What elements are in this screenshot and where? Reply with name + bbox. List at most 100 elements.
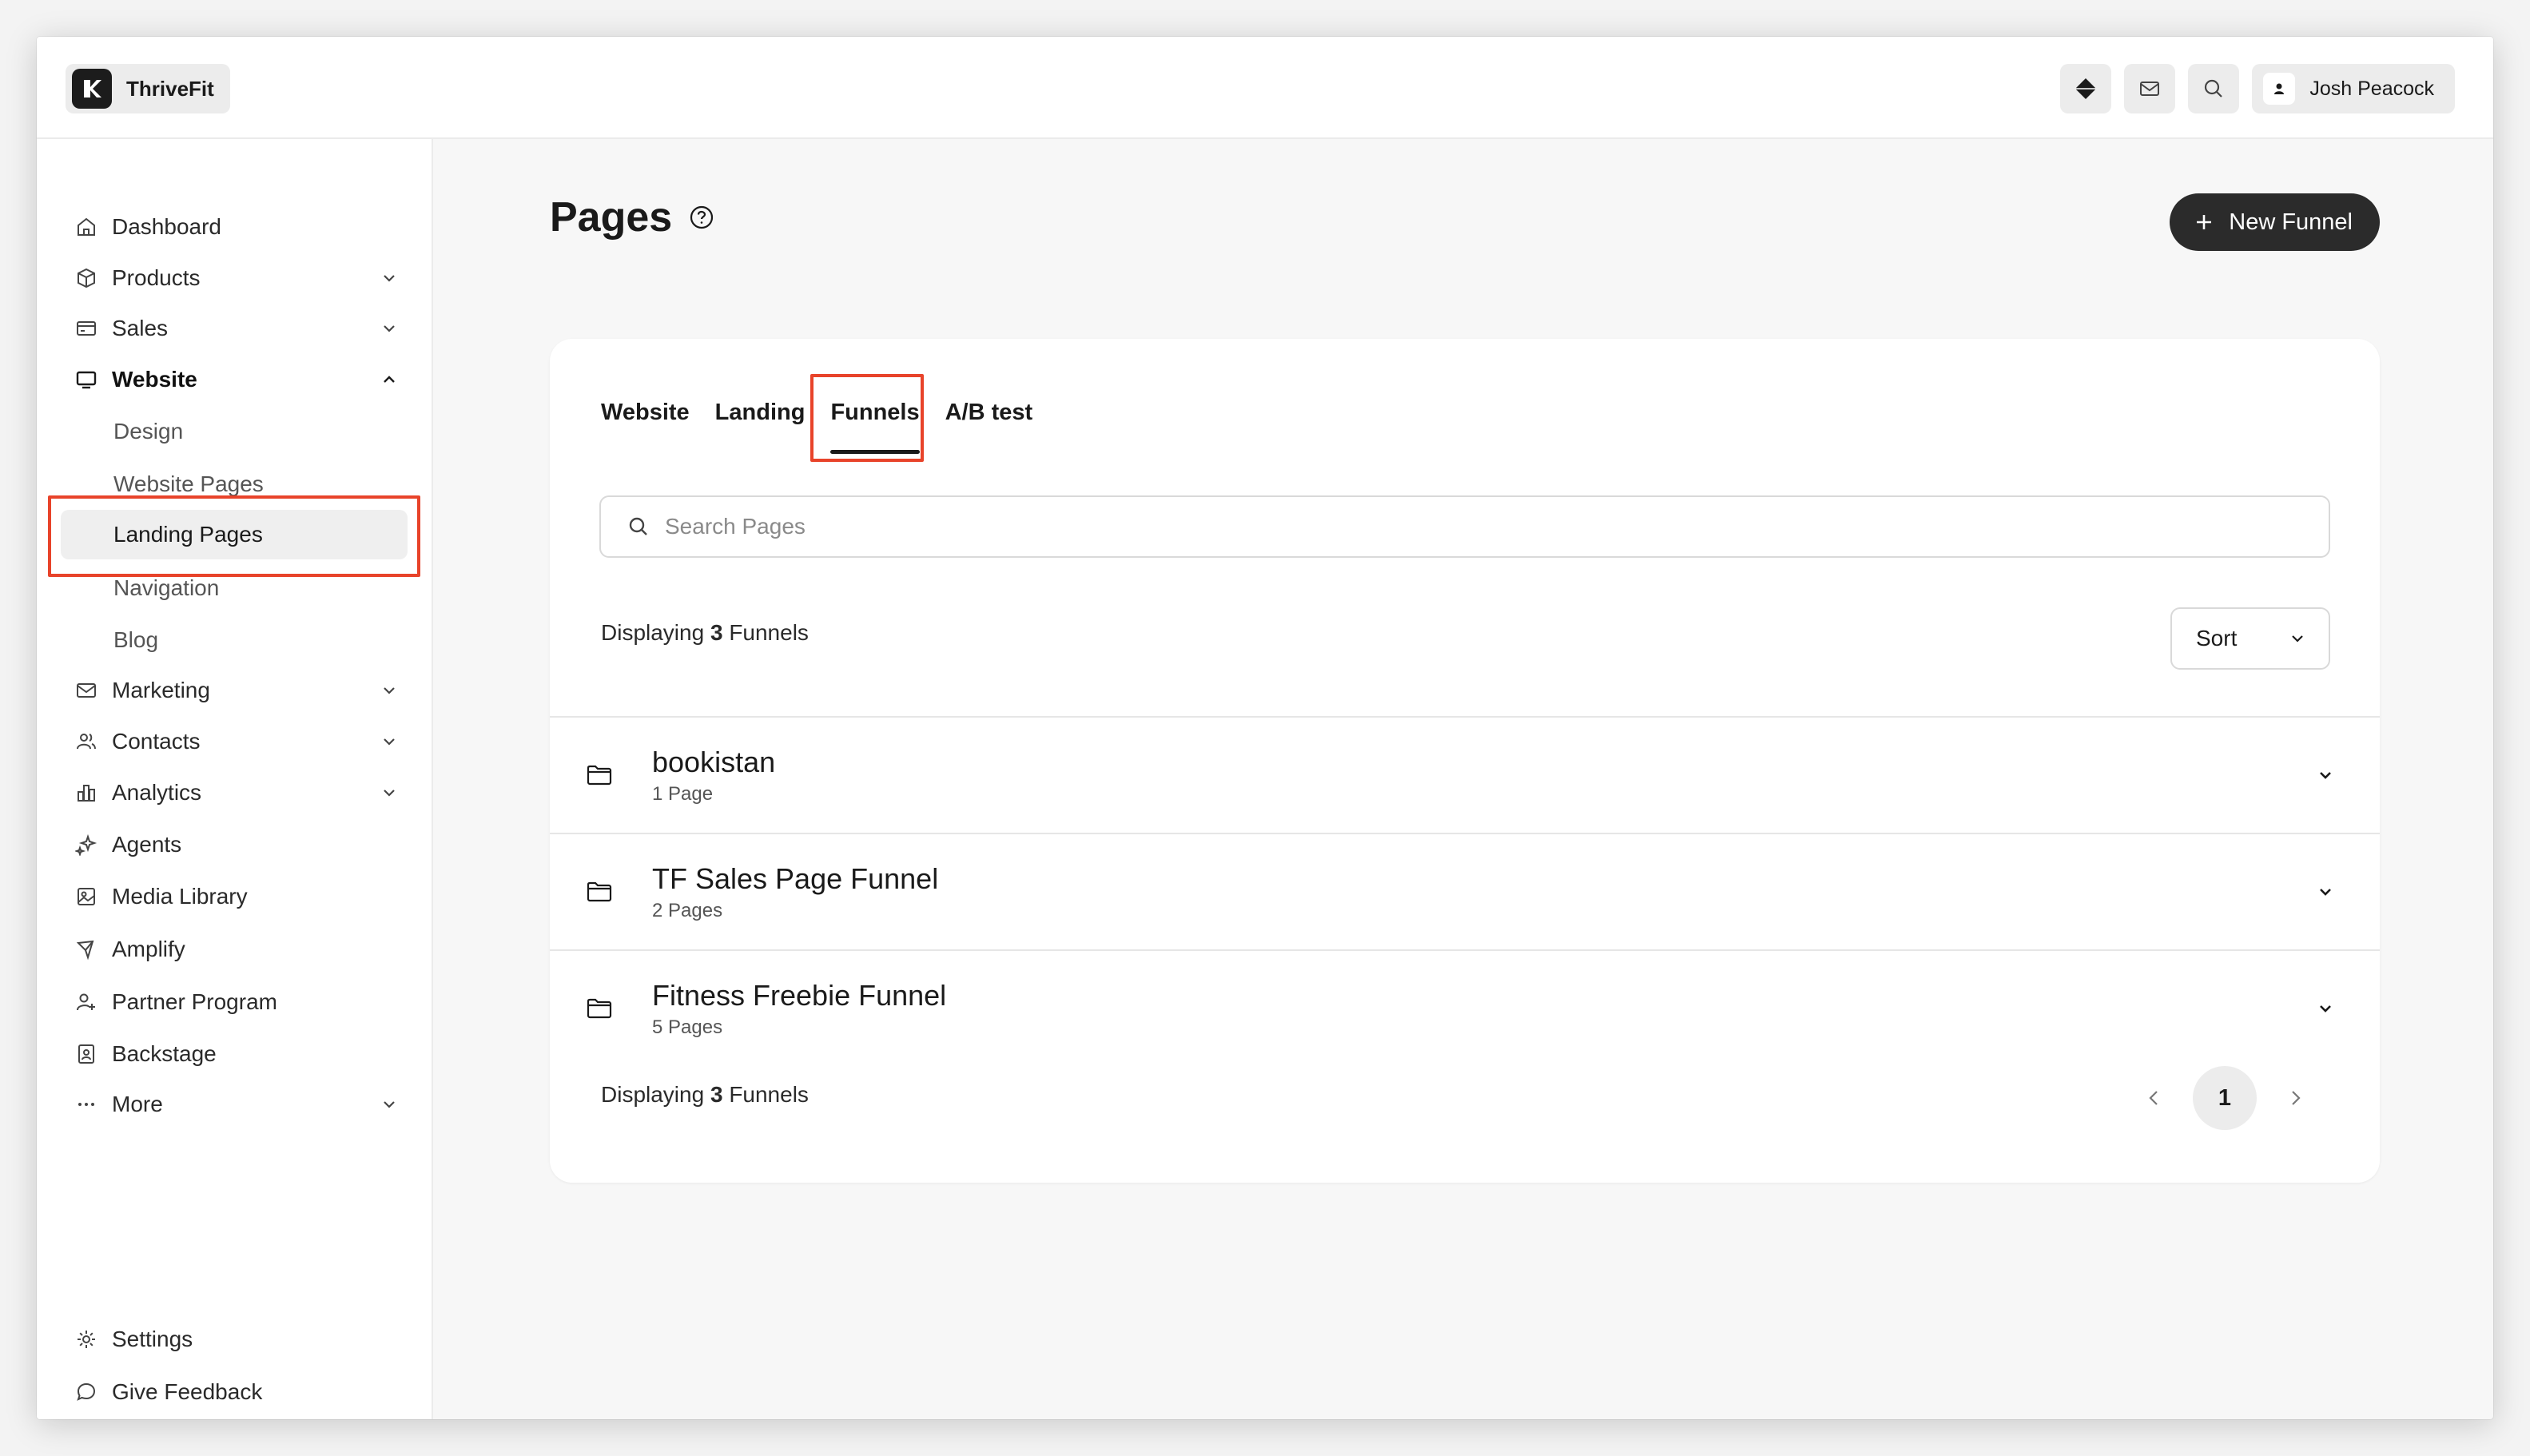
sidebar-item-give-feedback[interactable]: Give Feedback: [74, 1370, 401, 1414]
search-button[interactable]: [2188, 64, 2240, 113]
displaying-count: 3: [710, 620, 723, 645]
tab-funnels[interactable]: Funnels: [817, 390, 932, 454]
sidebar-item-marketing[interactable]: Marketing: [74, 668, 401, 713]
image-icon: [78, 888, 95, 905]
sidebar-item-products[interactable]: Products: [74, 256, 401, 300]
funnel-name: Fitness Freebie Funnel: [652, 979, 947, 1012]
sparkle-icon: [75, 833, 97, 856]
sidebar-subitem-blog[interactable]: Blog: [113, 618, 158, 662]
chevron-down-icon[interactable]: [2315, 765, 2336, 786]
sidebar-item-label: Partner Program: [112, 989, 277, 1014]
brand-name: ThriveFit: [126, 76, 214, 101]
sidebar-item-label: Settings: [112, 1327, 193, 1351]
chevron-right-icon: [2292, 1091, 2301, 1105]
funnel-page-count: 5 Pages: [652, 1016, 723, 1038]
chevron-down-icon: [384, 790, 395, 797]
new-funnel-label: New Funnel: [2229, 209, 2353, 235]
chevron-down-icon[interactable]: [2315, 881, 2336, 902]
sidebar-subitem-navigation[interactable]: Navigation: [113, 566, 219, 611]
sidebar-item-website[interactable]: Website: [74, 357, 401, 402]
prev-page-button[interactable]: [2138, 1082, 2170, 1114]
sidebar-item-label: More: [112, 1092, 163, 1116]
sidebar-item-media-library[interactable]: Media Library: [74, 874, 401, 919]
funnel-row[interactable]: Fitness Freebie Funnel 5 Pages: [550, 949, 2380, 1066]
diamond-icon: [2075, 78, 2097, 99]
search-icon: [629, 517, 647, 535]
sort-dropdown[interactable]: Sort: [2170, 607, 2330, 670]
funnel-row[interactable]: bookistan 1 Page: [550, 716, 2380, 833]
sidebar-subitem-design[interactable]: Design: [113, 409, 183, 454]
user-plus-icon: [77, 993, 95, 1011]
chevron-down-icon: [384, 275, 395, 282]
next-page-button[interactable]: [2279, 1082, 2311, 1114]
sidebar-item-partner-program[interactable]: Partner Program: [74, 980, 401, 1024]
sidebar-item-label: Media Library: [112, 884, 248, 909]
monitor-icon: [76, 371, 97, 389]
funnel-row[interactable]: TF Sales Page Funnel 2 Pages: [550, 833, 2380, 949]
chevron-down-icon[interactable]: [2315, 998, 2336, 1019]
main-content: Pages New Funnel Website Landing Funnels…: [435, 139, 2493, 1419]
sidebar-item-label: Agents: [112, 832, 182, 857]
sidebar-item-sales[interactable]: Sales: [74, 306, 401, 351]
sidebar-subitem-website-pages[interactable]: Website Pages: [113, 462, 264, 507]
folder-icon: [587, 881, 612, 902]
search-box: [599, 495, 2330, 558]
sidebar-item-analytics[interactable]: Analytics: [74, 770, 401, 815]
top-actions: Josh Peacock: [2060, 64, 2455, 113]
sort-label: Sort: [2196, 626, 2238, 650]
box-icon: [78, 268, 95, 288]
chevron-up-icon: [384, 376, 395, 383]
chevron-left-icon: [2149, 1091, 2158, 1105]
sidebar-item-label: Backstage: [112, 1041, 217, 1066]
page-tabs: Website Landing Funnels A/B test: [601, 390, 1046, 454]
chevron-down-icon: [384, 1101, 395, 1108]
displaying-prefix: Displaying: [601, 620, 705, 645]
sidebar-item-label: Marketing: [112, 678, 210, 702]
search-input[interactable]: [665, 514, 2329, 539]
bar-chart-icon: [78, 785, 95, 802]
search-icon: [2205, 79, 2223, 97]
sidebar-subitem-landing-pages[interactable]: Landing Pages: [61, 510, 408, 559]
funnel-name: TF Sales Page Funnel: [652, 862, 939, 896]
new-funnel-button[interactable]: New Funnel: [2170, 193, 2380, 251]
page-title: Pages: [550, 193, 715, 241]
sidebar-item-label: Give Feedback: [112, 1379, 263, 1404]
sidebar-item-more[interactable]: More: [74, 1082, 401, 1127]
funnel-page-count: 2 Pages: [652, 899, 723, 921]
sidebar-item-dashboard[interactable]: Dashboard: [74, 205, 401, 249]
sidebar-item-label: Sales: [112, 316, 169, 340]
chevron-down-icon: [2292, 635, 2303, 642]
diamond-button[interactable]: [2060, 64, 2112, 113]
sidebar-item-agents[interactable]: Agents: [74, 822, 401, 867]
sidebar-item-settings[interactable]: Settings: [74, 1317, 401, 1362]
avatar: [2263, 73, 2296, 105]
pages-card: Website Landing Funnels A/B test Display…: [550, 339, 2380, 1183]
sidebar-item-label: Contacts: [112, 729, 201, 754]
top-bar: ThriveFit Josh Peacock: [37, 37, 2493, 139]
sidebar-item-amplify[interactable]: Amplify: [74, 927, 401, 972]
tab-ab-test[interactable]: A/B test: [933, 390, 1046, 435]
folder-icon: [587, 998, 612, 1019]
help-icon[interactable]: [688, 204, 715, 231]
displaying-count: 3: [710, 1082, 723, 1107]
tab-landing[interactable]: Landing: [702, 390, 818, 435]
chevron-down-icon: [384, 738, 395, 746]
brand-switcher[interactable]: ThriveFit: [66, 64, 230, 113]
users-icon: [77, 734, 96, 750]
more-horizontal-icon: [78, 1103, 94, 1106]
sidebar-item-contacts[interactable]: Contacts: [74, 719, 401, 764]
home-icon: [78, 217, 95, 236]
chat-bubble-icon: [77, 1382, 96, 1401]
plus-icon: [2197, 215, 2212, 229]
sidebar-item-backstage[interactable]: Backstage: [74, 1032, 401, 1076]
folder-icon: [587, 765, 612, 786]
page-number-button[interactable]: 1: [2193, 1066, 2257, 1130]
user-menu[interactable]: Josh Peacock: [2252, 64, 2455, 113]
mail-button[interactable]: [2124, 64, 2176, 113]
displaying-summary-top: Displaying 3 Funnels: [601, 620, 809, 646]
badge-icon: [78, 1044, 94, 1064]
chevron-down-icon: [384, 687, 395, 694]
funnel-name: bookistan: [652, 746, 776, 779]
tab-website[interactable]: Website: [601, 390, 702, 435]
displaying-summary-bottom: Displaying 3 Funnels: [601, 1082, 809, 1108]
